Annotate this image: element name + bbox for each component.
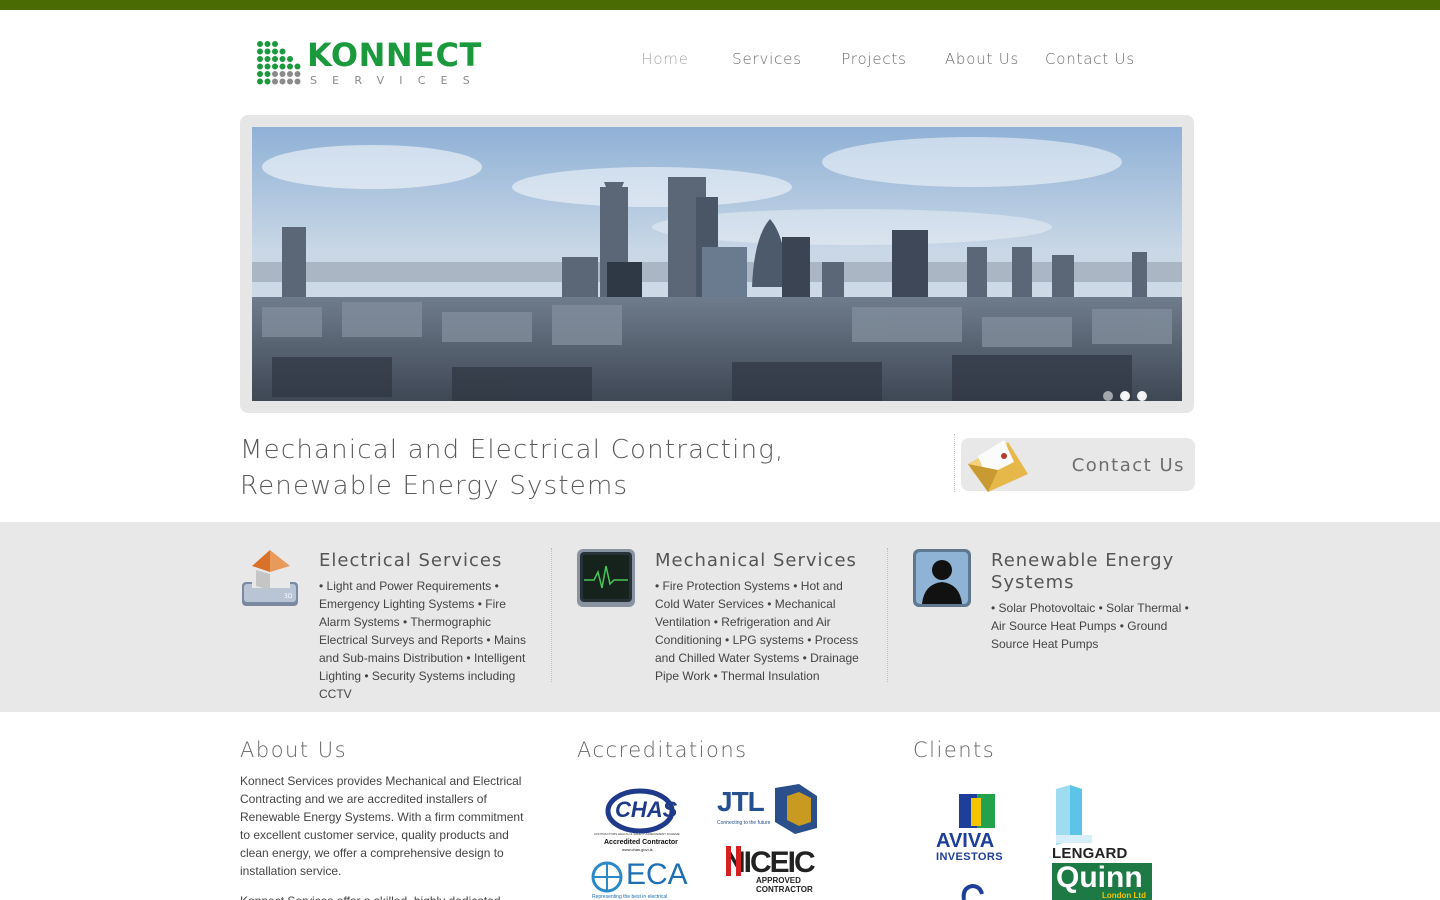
slider-dot-2[interactable] [1120, 391, 1130, 401]
logo-dot [264, 41, 271, 47]
lengard-logo-text: LENGARD [1052, 845, 1128, 859]
logo-dot [279, 56, 286, 62]
aviva-caption: INVESTORS [936, 851, 1003, 863]
top-accent-bar [0, 0, 1440, 10]
partial-client-mark-icon [961, 883, 984, 900]
aviva-mark-icon [959, 794, 995, 828]
jtl-logo-text: JTL [717, 786, 765, 817]
house-3d-icon: 3D [242, 550, 298, 606]
service-description: • Fire Protection Systems • Hot and Cold… [655, 579, 859, 683]
chas-caption: Accredited Contractor [604, 839, 678, 846]
nav-home[interactable]: Home [608, 50, 722, 72]
clients-heading: Clients [913, 738, 996, 762]
envelope-icon [968, 440, 1028, 492]
about-heading: About Us [240, 738, 348, 762]
contact-us-label: Contact Us [1071, 455, 1185, 476]
logo-dot [257, 56, 263, 62]
logo-dot [272, 63, 278, 70]
logo-dot [257, 48, 263, 55]
logo-wordmark: KONNECT [307, 36, 482, 74]
chas-tiny-caption: CONTRACTORS HEALTH & SAFETY ASSESSMENT S… [594, 832, 680, 836]
lengard-logo[interactable]: LENGARD [1050, 785, 1154, 859]
divider [954, 434, 955, 492]
logo-dot [257, 41, 263, 47]
niceic-accent-icon [726, 846, 741, 876]
niceic-logo[interactable]: NICEIC APPROVED CONTRACTOR [720, 840, 815, 896]
tagline-line-2: Renewable Energy Systems [240, 471, 629, 501]
logo-dot [264, 63, 271, 70]
logo-dot [294, 78, 301, 85]
logo-dot [272, 78, 278, 85]
aviva-logo-text: AVIVA [936, 830, 995, 852]
eca-logo-text: ECA [626, 858, 688, 891]
logo-dot [287, 71, 293, 77]
client-logo-partial[interactable] [958, 882, 992, 900]
divider [887, 548, 888, 682]
about-text: Konnect Services provides Mechanical and… [240, 774, 524, 878]
eca-emblem-icon [591, 861, 623, 893]
quinn-caption: London Ltd [1102, 891, 1146, 900]
logo-dot [279, 71, 286, 77]
logo-dot [294, 71, 301, 77]
site-logo[interactable]: KONNECT SERVICES [256, 36, 496, 88]
nav-services[interactable]: Services [722, 50, 812, 72]
contact-us-button[interactable]: Contact Us [954, 434, 1195, 492]
service-title: Mechanical Services [655, 550, 857, 571]
logo-dot [279, 48, 286, 55]
logo-dot [264, 78, 271, 85]
jtl-tagline: Connecting to the future [717, 820, 771, 826]
svg-text:3D: 3D [284, 593, 293, 600]
service-description: • Solar Photovoltaic • Solar Thermal • A… [991, 601, 1189, 651]
divider [551, 548, 552, 682]
logo-dot [272, 41, 278, 47]
logo-dot [272, 71, 278, 77]
niceic-caption: APPROVED CONTRACTOR [756, 876, 813, 894]
accreditations-heading: Accreditations [577, 738, 748, 762]
eca-tagline: Representing the best in electrical [592, 894, 668, 900]
logo-dot [257, 78, 263, 85]
person-silhouette-icon [913, 549, 971, 607]
lengard-mark-icon [1056, 785, 1092, 845]
logo-dot [272, 56, 278, 62]
nav-about-us[interactable]: About Us [936, 50, 1028, 72]
logo-dot [287, 78, 293, 85]
logo-dot [287, 63, 293, 70]
chas-logo-text: CHAS [615, 797, 678, 822]
logo-dot [264, 48, 271, 55]
service-title: Electrical Services [319, 550, 503, 571]
tagline-line-1: Mechanical and Electrical Contracting, [240, 435, 785, 465]
nav-projects[interactable]: Projects [812, 50, 936, 72]
logo-dot [287, 56, 293, 62]
logo-dot [272, 48, 278, 55]
logo-dot [279, 78, 286, 85]
chas-logo[interactable]: CHAS CONTRACTORS HEALTH & SAFETY ASSESSM… [590, 785, 690, 852]
hero-slider [240, 115, 1194, 413]
logo-mark-icon [257, 41, 301, 85]
main-nav: Home Services Projects About Us Contact … [608, 50, 1152, 72]
slider-dot-1[interactable] [1103, 391, 1113, 401]
logo-dot [257, 71, 263, 77]
quinn-logo[interactable]: Quinn London Ltd [1052, 863, 1152, 900]
jtl-logo[interactable]: JTL Connecting to the future [715, 782, 817, 836]
nav-contact-us[interactable]: Contact Us [1028, 50, 1152, 72]
about-text-continued: Konnect Services offer a skilled, highly… [240, 892, 532, 900]
eca-logo[interactable]: ECA Representing the best in electrical [590, 858, 690, 900]
service-title: Renewable Energy Systems [991, 550, 1175, 593]
logo-dot [264, 71, 271, 77]
page-tagline: Mechanical and Electrical Contracting, R… [240, 432, 880, 504]
logo-subtitle: SERVICES [310, 74, 485, 87]
logo-dot [264, 56, 271, 62]
heartbeat-monitor-icon [577, 549, 635, 607]
slider-image-city-skyline [252, 127, 1182, 401]
service-description: • Light and Power Requirements • Emergen… [319, 579, 526, 701]
chas-url: www.chas.gov.uk [622, 847, 653, 852]
slider-dot-3[interactable] [1137, 391, 1147, 401]
logo-dot [257, 63, 263, 70]
slider-pagination [1103, 391, 1147, 401]
aviva-investors-logo[interactable]: AVIVA INVESTORS [934, 792, 1020, 866]
logo-dot [294, 63, 301, 70]
logo-dot [279, 63, 286, 70]
